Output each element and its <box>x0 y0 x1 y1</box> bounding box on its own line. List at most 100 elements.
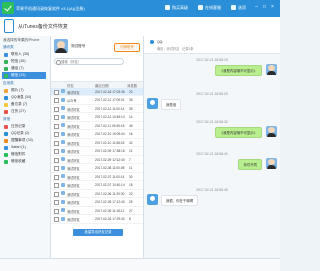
friend-name: 测试好友 <box>67 184 80 188</box>
row-checkbox[interactable] <box>54 140 59 146</box>
phone-icon <box>4 19 14 33</box>
message-bubble: 我是谁 <box>161 99 182 110</box>
row-checkbox[interactable] <box>54 183 59 188</box>
row-checkbox[interactable] <box>54 157 59 163</box>
row-checkbox[interactable] <box>54 166 59 171</box>
group-title-other: 其他 <box>3 117 11 121</box>
row-checkbox[interactable] <box>54 208 59 214</box>
batch-export-button[interactable]: 批量导出好友记录 <box>73 229 123 236</box>
sidebar-item-wechat-attachments[interactable]: 微信附件 <box>2 151 46 158</box>
row-checkbox[interactable] <box>54 217 59 222</box>
row-checkbox[interactable] <box>54 89 59 95</box>
message-timestamp: 2017-02-21 18:56:32 <box>196 120 228 124</box>
row-checkbox[interactable] <box>54 191 59 197</box>
message-count: 20 <box>129 89 133 94</box>
avatar <box>54 39 68 53</box>
table-row[interactable]: 测试好友 2017-02-06 11:29:30 22 <box>51 190 143 198</box>
row-checkbox[interactable] <box>54 149 59 154</box>
table-row[interactable]: 测试好友 2017-02-10 19:09:44 16 <box>51 131 143 139</box>
message-count: 46 <box>129 123 133 128</box>
sidebar-item-wechat-favorites[interactable]: 微信收藏 <box>2 158 46 165</box>
message-timestamp: 2017-02-21 18:56:25 <box>196 92 228 96</box>
friend-name: 测试好友 <box>67 107 80 112</box>
sidebar-item-qq-records[interactable]: QQ记录 (2) <box>2 130 46 137</box>
table-row[interactable]: 测试好友 2017-02-05 17:12:45 25 <box>51 199 143 207</box>
sidebar-item-reminders[interactable]: 提醒事项 (33) <box>2 137 46 144</box>
row-checkbox[interactable] <box>54 200 59 205</box>
friend-avatar <box>61 182 65 187</box>
maximize-icon[interactable]: □ <box>262 5 267 10</box>
sidebar-item-photos[interactable]: 照片 (7) <box>2 87 46 94</box>
last-date: 2017-02-11 09:45:18 <box>95 123 125 128</box>
minimize-icon[interactable]: – <box>254 5 259 10</box>
group-title-apps: 应用类 <box>3 81 14 85</box>
row-checkbox[interactable] <box>54 174 59 180</box>
table-row[interactable]: 测试好友 2017-02-09 12:12:40 7 <box>51 156 143 164</box>
title-bar: 苹果手机通讯录恢复软件 v3.1(A)(注册) 购买高级 在线客服 选项 – □… <box>0 0 280 17</box>
message-count: 8 <box>129 217 131 221</box>
table-row[interactable]: 公众号 2017-02-12 17:00:01 35 <box>51 97 143 105</box>
message-bubble: 《我是内容哦不可显示》 <box>214 127 262 138</box>
table-row[interactable]: 测试好友 2017-02-09 17:38:16 21 <box>51 148 143 156</box>
mode-header: 从iTunes备份文件恢复 <box>0 17 280 37</box>
friend-avatar <box>61 89 65 93</box>
qq-icon <box>4 131 8 136</box>
row-checkbox[interactable] <box>54 115 59 120</box>
friend-name: 测试好友 <box>67 167 80 171</box>
last-date: 2017-02-10 11:58:16 <box>95 140 125 145</box>
table-row[interactable]: 测试好友 2017-02-05 11:18:12 27 <box>51 207 143 215</box>
friend-name: 测试好友 <box>67 201 80 205</box>
switch-account-button[interactable]: 切换账号 <box>114 43 140 52</box>
table-row[interactable]: 测试好友 2017-02-04 17:29:40 8 <box>51 216 143 224</box>
search-icon <box>56 60 61 65</box>
last-date: 2017-02-04 17:29:40 <box>95 217 125 221</box>
table-row[interactable]: 测试好友 2017-02-12 11:00:14 35 <box>51 105 143 113</box>
friend-avatar <box>61 123 65 127</box>
sidebar-item-wechat[interactable]: 微信 (33) <box>2 72 46 79</box>
online-support-button[interactable]: 在线客服 <box>198 5 221 12</box>
row-checkbox[interactable] <box>54 132 59 137</box>
sidebar-item-notes[interactable]: 备忘录 (7) <box>2 101 46 108</box>
row-checkbox[interactable] <box>54 123 59 129</box>
buy-premium-button[interactable]: 购买高级 <box>165 5 188 12</box>
category-sidebar: 我选择的苹果的iPhone 通讯类 联系人 (35) 短信 (35) 通话 (7… <box>0 36 51 258</box>
chat-icon <box>198 5 203 11</box>
friend-name: 测试好友 <box>67 209 80 214</box>
self-avatar <box>266 126 277 137</box>
search-input[interactable] <box>54 58 124 65</box>
table-row[interactable]: 测试好友 2017-02-07 10:40:14 18 <box>51 182 143 190</box>
table-row[interactable]: 测试好友 2017-02-12 10:45:14 14 <box>51 114 143 122</box>
message-count: 27 <box>129 208 133 213</box>
friend-avatar <box>61 114 65 119</box>
photo-icon <box>4 88 8 93</box>
message-count: 21 <box>129 149 133 153</box>
friend-name: 测试好友 <box>67 116 80 120</box>
sidebar-item-sms[interactable]: 短信 (35) <box>2 58 46 65</box>
menu-icon <box>231 5 236 11</box>
last-date: 2017-02-09 12:12:40 <box>95 157 125 162</box>
last-date: 2017-02-12 17:00:01 <box>95 98 125 102</box>
chat-header-title: QQ: <box>157 40 164 44</box>
last-date: 2017-02-07 11:00:14 <box>95 174 125 179</box>
sidebar-item-calls[interactable]: 通话 (7) <box>2 65 46 72</box>
last-date: 2017-02-05 17:12:45 <box>95 200 125 204</box>
last-date: 2017-02-18 17:03:45 <box>95 89 125 94</box>
group-title-communication: 通讯类 <box>3 45 14 49</box>
table-row[interactable]: 测试好友 2017-02-07 11:00:14 30 <box>51 173 143 181</box>
close-icon[interactable]: × <box>270 5 275 10</box>
app-logo-icon <box>2 2 14 14</box>
row-checkbox[interactable] <box>54 98 59 103</box>
friend-name: 测试好友 <box>67 175 80 180</box>
sidebar-item-calendar[interactable]: 日历 (27) <box>2 108 46 115</box>
sidebar-item-calendar-records[interactable]: 日历记录 <box>2 123 46 130</box>
table-row[interactable]: 测试好友 2017-02-10 11:58:16 42 <box>51 139 143 147</box>
row-checkbox[interactable] <box>54 106 59 112</box>
sidebar-item-safari[interactable]: Safari (1) <box>2 144 46 151</box>
table-row[interactable]: 测试好友 2017-02-18 17:03:45 20 <box>51 88 143 96</box>
table-row[interactable]: 测试好友 2017-02-08 11:00:08 11 <box>51 165 143 173</box>
last-date: 2017-02-05 11:18:12 <box>95 208 125 213</box>
table-row[interactable]: 测试好友 2017-02-11 09:45:18 46 <box>51 122 143 130</box>
options-button[interactable]: 选项 <box>231 5 246 12</box>
sidebar-item-contacts[interactable]: 联系人 (35) <box>2 51 46 58</box>
sidebar-item-qq[interactable]: QQ消息 (34) <box>2 94 46 101</box>
